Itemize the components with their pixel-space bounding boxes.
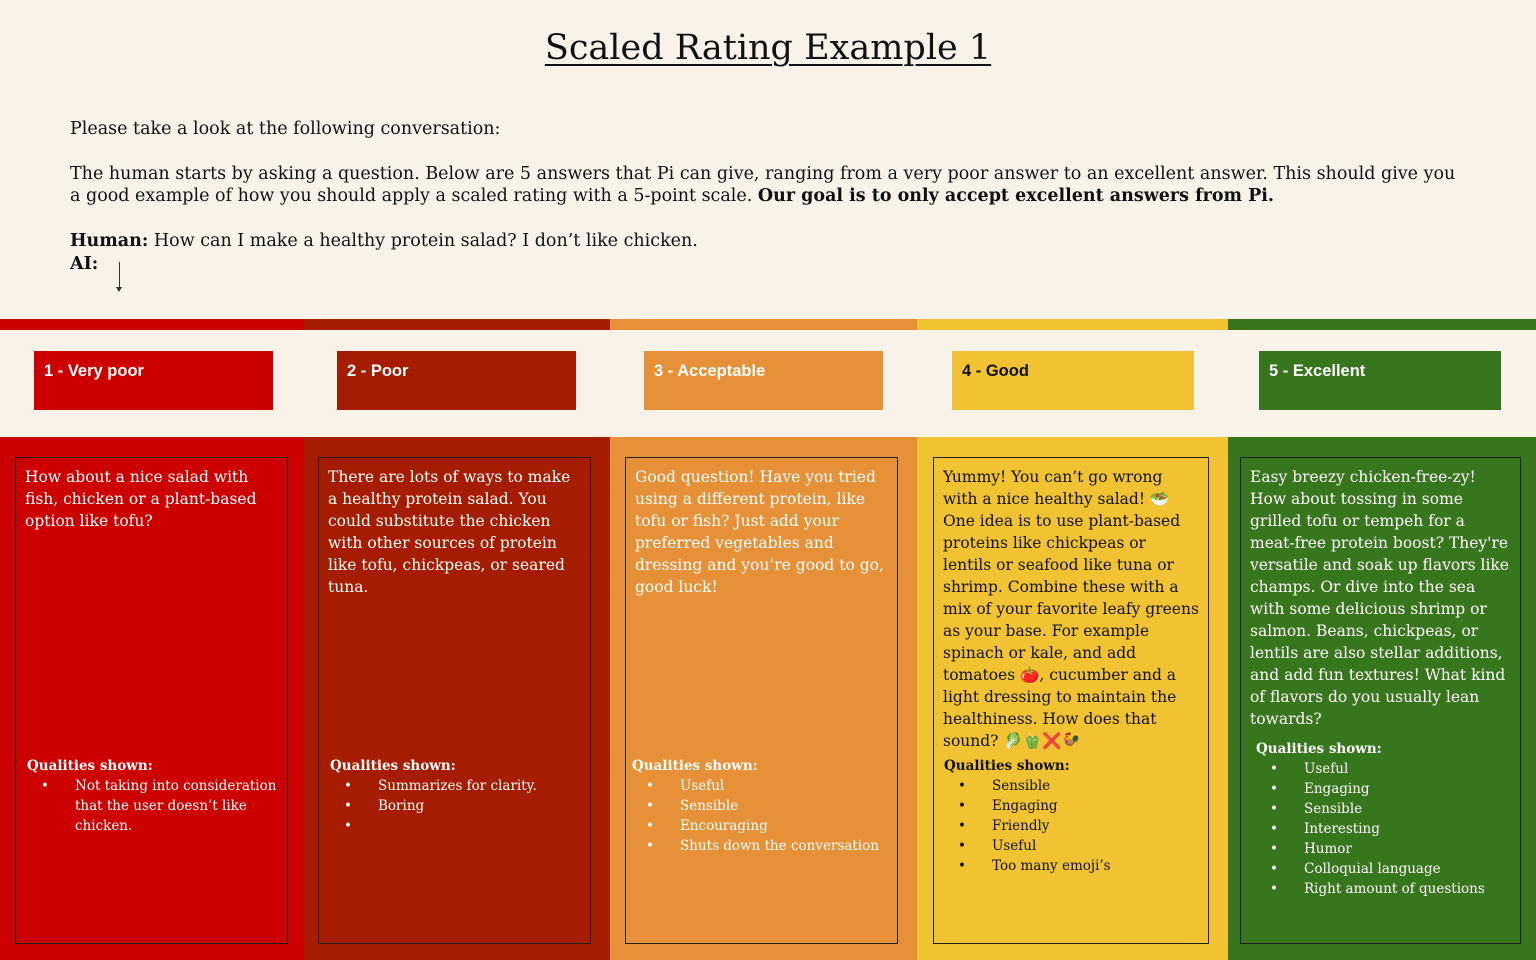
- rating-label-good: 4 - Good: [952, 351, 1194, 410]
- quality-item: Encouraging: [632, 816, 894, 836]
- qualities-section: Qualities shown: Useful Sensible Encoura…: [632, 756, 894, 856]
- quality-item: Engaging: [1256, 779, 1516, 799]
- qualities-heading: Qualities shown:: [1256, 741, 1382, 757]
- quality-item: Summarizes for clarity.: [330, 776, 585, 796]
- ai-line: AI:: [70, 253, 1470, 275]
- qualities-section: Qualities shown: Sensible Engaging Frien…: [944, 756, 1204, 876]
- intro-paragraph: The human starts by asking a question. B…: [70, 163, 1470, 207]
- quality-item: Useful: [1256, 759, 1516, 779]
- answer-card-good: Yummy! You can’t go wrong with a nice he…: [933, 457, 1209, 944]
- stripe-poor: [304, 319, 610, 330]
- rating-label-excellent: 5 - Excellent: [1259, 351, 1501, 410]
- rating-label-acceptable: 3 - Acceptable: [644, 351, 883, 410]
- ai-label: AI:: [70, 254, 99, 274]
- answer-card-poor: There are lots of ways to make a healthy…: [318, 457, 591, 944]
- intro-goal-text: Our goal is to only accept excellent ans…: [757, 186, 1274, 206]
- quality-item: Sensible: [1256, 799, 1516, 819]
- quality-item: Sensible: [632, 796, 894, 816]
- quality-item: Sensible: [944, 776, 1204, 796]
- qualities-heading: Qualities shown:: [27, 758, 153, 774]
- answer-text: Yummy! You can’t go wrong with a nice he…: [943, 468, 1199, 750]
- answer-text: There are lots of ways to make a healthy…: [328, 468, 571, 596]
- qualities-list: Not taking into consideration that the u…: [27, 776, 282, 836]
- human-line: Human: How can I make a healthy protein …: [70, 230, 1470, 252]
- quality-item: Useful: [944, 836, 1204, 856]
- quality-item: Humor: [1256, 839, 1516, 859]
- stripe-very-poor: [0, 319, 304, 330]
- quality-item: [330, 816, 585, 836]
- qualities-list: Sensible Engaging Friendly Useful Too ma…: [944, 776, 1204, 876]
- down-arrow-icon: [116, 262, 122, 292]
- quality-item: Engaging: [944, 796, 1204, 816]
- quality-item: Colloquial language: [1256, 859, 1516, 879]
- rating-label-poor: 2 - Poor: [337, 351, 576, 410]
- quality-item: Useful: [632, 776, 894, 796]
- answer-card-very-poor: How about a nice salad with fish, chicke…: [15, 457, 288, 944]
- qualities-section: Qualities shown: Not taking into conside…: [27, 756, 282, 836]
- stripe-good: [917, 319, 1228, 330]
- quality-item: Interesting: [1256, 819, 1516, 839]
- qualities-heading: Qualities shown:: [632, 758, 758, 774]
- quality-item: Shuts down the conversation: [632, 836, 894, 856]
- answer-card-acceptable: Good question! Have you tried using a di…: [625, 457, 898, 944]
- qualities-heading: Qualities shown:: [330, 758, 456, 774]
- qualities-list: Useful Sensible Encouraging Shuts down t…: [632, 776, 894, 856]
- quality-item: Too many emoji’s: [944, 856, 1204, 876]
- qualities-section: Qualities shown: Useful Engaging Sensibl…: [1256, 739, 1516, 899]
- answer-text: Good question! Have you tried using a di…: [635, 468, 884, 596]
- quality-item: Not taking into consideration that the u…: [27, 776, 282, 836]
- quality-item: Right amount of questions: [1256, 879, 1516, 899]
- rating-label-very-poor: 1 - Very poor: [34, 351, 273, 410]
- quality-item: Friendly: [944, 816, 1204, 836]
- qualities-list: Useful Engaging Sensible Interesting Hum…: [1256, 759, 1516, 899]
- answer-text: How about a nice salad with fish, chicke…: [25, 468, 257, 530]
- qualities-list: Summarizes for clarity. Boring: [330, 776, 585, 836]
- qualities-section: Qualities shown: Summarizes for clarity.…: [330, 756, 585, 836]
- intro-prompt: Please take a look at the following conv…: [70, 119, 501, 139]
- answer-card-excellent: Easy breezy chicken-free-zy! How about t…: [1240, 457, 1521, 944]
- human-label: Human:: [70, 231, 149, 251]
- quality-item: Boring: [330, 796, 585, 816]
- stripe-excellent: [1228, 319, 1536, 330]
- stripe-acceptable: [610, 319, 917, 330]
- page-title: Scaled Rating Example 1: [544, 28, 992, 68]
- qualities-heading: Qualities shown:: [944, 758, 1070, 774]
- human-question: How can I make a healthy protein salad? …: [153, 231, 698, 251]
- answer-text: Easy breezy chicken-free-zy! How about t…: [1250, 468, 1509, 728]
